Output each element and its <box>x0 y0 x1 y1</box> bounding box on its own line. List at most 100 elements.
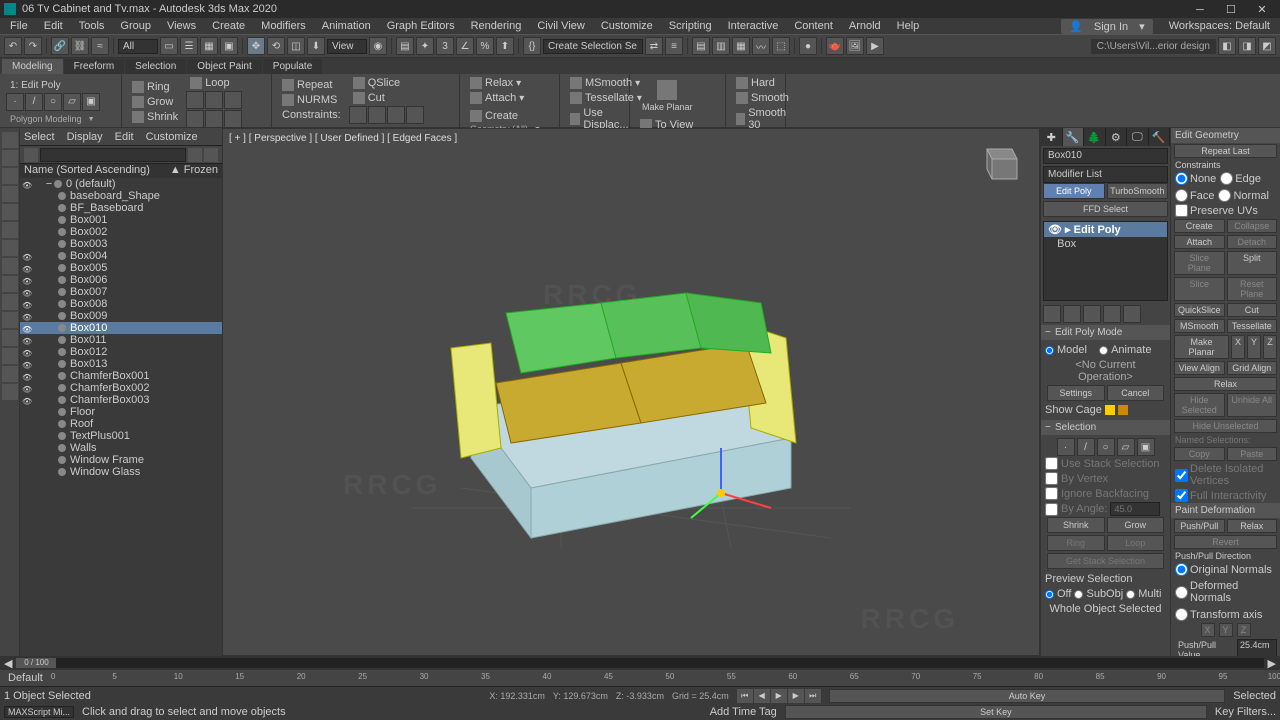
stack-box[interactable]: Box <box>1044 237 1167 251</box>
eg-cut-button[interactable]: Cut <box>1227 303 1278 317</box>
coord-x[interactable]: X: 192.331cm <box>489 691 545 701</box>
modifier-list-dropdown[interactable]: Modifier List <box>1043 166 1168 183</box>
cmd-hierarchy-tab[interactable]: 🌲 <box>1084 128 1106 146</box>
eg-makeplanar-button[interactable]: Make Planar <box>1174 335 1229 359</box>
select-name-button[interactable]: ☰ <box>180 37 198 55</box>
cancel-button[interactable]: Cancel <box>1107 385 1165 401</box>
leftbtn-11[interactable] <box>2 312 18 328</box>
modsel2-button[interactable] <box>205 91 223 109</box>
constraint-face-button[interactable] <box>387 106 405 124</box>
manipulate-button[interactable]: ✦ <box>416 37 434 55</box>
preserve-uvs-check[interactable] <box>1175 204 1188 217</box>
tree-item-Roof[interactable]: Roof <box>20 418 222 430</box>
stack-unique-button[interactable] <box>1083 305 1101 323</box>
rotate-button[interactable]: ⟲ <box>267 37 285 55</box>
eg-sliceplane-button[interactable]: Slice Plane <box>1174 251 1225 275</box>
pivot-button[interactable]: ◉ <box>369 37 387 55</box>
coord-y[interactable]: Y: 129.673cm <box>553 691 608 701</box>
menu-rendering[interactable]: Rendering <box>463 20 530 32</box>
eg-paste-button[interactable]: Paste <box>1227 447 1278 461</box>
menu-scripting[interactable]: Scripting <box>661 20 720 32</box>
repeat-button[interactable]: Repeat <box>278 78 345 92</box>
border-subobj-button[interactable]: ○ <box>44 93 62 111</box>
cut-button[interactable]: Cut <box>349 91 424 105</box>
delisovert-check[interactable] <box>1175 469 1188 482</box>
tree-item-ChamferBox003[interactable]: ChamferBox003 <box>20 394 222 406</box>
menu-arnold[interactable]: Arnold <box>841 20 889 32</box>
cage-color1[interactable] <box>1105 405 1115 415</box>
tree-item-Walls[interactable]: Walls <box>20 442 222 454</box>
eg-y-button[interactable]: Y <box>1247 335 1261 359</box>
selection-filter-dropdown[interactable]: All <box>118 39 158 54</box>
cage-color2[interactable] <box>1118 405 1128 415</box>
toggle-explorer-button[interactable]: ▤ <box>692 37 710 55</box>
prevsel-subobj[interactable] <box>1074 590 1083 599</box>
sel-grow-button[interactable]: Grow <box>1107 517 1165 533</box>
hard-button[interactable]: Hard <box>732 76 793 90</box>
edge-subobj-button[interactable]: / <box>25 93 43 111</box>
leftbtn-1[interactable] <box>2 132 18 148</box>
usestack-check[interactable] <box>1045 457 1058 470</box>
autokey-button[interactable]: Auto Key <box>829 689 1225 703</box>
leftbtn-8[interactable] <box>2 258 18 274</box>
menu-group[interactable]: Group <box>112 20 159 32</box>
schematic-button[interactable]: ⬚ <box>772 37 790 55</box>
menu-create[interactable]: Create <box>204 20 253 32</box>
selection-rollout[interactable]: Selection <box>1041 420 1170 435</box>
snap-toggle-button[interactable]: 3 <box>436 37 454 55</box>
stack-config-button[interactable] <box>1123 305 1141 323</box>
shrink-button[interactable]: Shrink <box>128 110 182 124</box>
poly-subobj-button[interactable]: ▱ <box>63 93 81 111</box>
select-button[interactable]: ▭ <box>160 37 178 55</box>
addtimetag-button[interactable]: Add Time Tag <box>710 706 777 718</box>
selection-lock-button[interactable]: ▤ <box>396 37 414 55</box>
tree-item-Box010[interactable]: Box010 <box>20 322 222 334</box>
bind-button[interactable]: ≈ <box>91 37 109 55</box>
maximize-button[interactable]: ☐ <box>1217 3 1245 16</box>
scale-button[interactable]: ◫ <box>287 37 305 55</box>
animate-radio[interactable] <box>1099 346 1108 355</box>
stack-editpoly[interactable]: 👁 ▸ Edit Poly <box>1044 222 1167 237</box>
coord-z[interactable]: Z: -3.933cm <box>616 691 664 701</box>
modifier-stack[interactable]: 👁 ▸ Edit Poly Box <box>1043 221 1168 301</box>
spinner-snap-button[interactable]: ⬆ <box>496 37 514 55</box>
sel-poly-button[interactable]: ▱ <box>1117 438 1135 456</box>
toggle-ribbon-button[interactable]: ▦ <box>732 37 750 55</box>
tree-item-TextPlus001[interactable]: TextPlus001 <box>20 430 222 442</box>
render-frame-button[interactable]: 🖼 <box>846 37 864 55</box>
close-button[interactable]: ✕ <box>1248 3 1276 16</box>
sel-shrink-button[interactable]: Shrink <box>1047 517 1105 533</box>
tree-item-Box012[interactable]: Box012 <box>20 346 222 358</box>
select-rect-button[interactable]: ▦ <box>200 37 218 55</box>
eg-tessellate-button[interactable]: Tessellate <box>1227 319 1278 333</box>
cons-normal[interactable] <box>1218 189 1231 202</box>
create-button[interactable]: Create <box>466 109 522 123</box>
object-name-field[interactable]: Box010 <box>1043 148 1168 164</box>
tree-item-Floor[interactable]: Floor <box>20 406 222 418</box>
next-frame-button[interactable]: ▶ <box>788 689 804 703</box>
sel-vertex-button[interactable]: · <box>1057 438 1075 456</box>
leftbtn-14[interactable] <box>2 366 18 382</box>
cmd-modify-tab[interactable]: 🔧 <box>1063 128 1085 146</box>
ring-button[interactable]: Ring <box>128 80 182 94</box>
sel-element-button[interactable]: ▣ <box>1137 438 1155 456</box>
material-editor-button[interactable]: ● <box>799 37 817 55</box>
tab-modeling[interactable]: Modeling <box>2 59 63 74</box>
prevsel-off[interactable] <box>1045 590 1054 599</box>
sel-ring-button[interactable]: Ring <box>1047 535 1105 551</box>
relax2-button[interactable]: Relax <box>1227 519 1278 533</box>
axis-z-button[interactable]: Z <box>1237 623 1251 637</box>
menu-customize[interactable]: Customize <box>593 20 661 32</box>
leftbtn-6[interactable] <box>2 222 18 238</box>
link-button[interactable]: 🔗 <box>51 37 69 55</box>
leftbtn-5[interactable] <box>2 204 18 220</box>
axis-y-button[interactable]: Y <box>1219 623 1233 637</box>
eg-gridalign-button[interactable]: Grid Align <box>1227 361 1278 375</box>
cmd-motion-tab[interactable]: ⚙ <box>1106 128 1128 146</box>
defnorm-radio[interactable] <box>1175 586 1188 599</box>
leftbtn-9[interactable] <box>2 276 18 292</box>
scene-display[interactable]: Display <box>67 131 103 143</box>
scene-search-input[interactable] <box>40 148 186 162</box>
paintdef-rollout[interactable]: Paint Deformation <box>1171 503 1280 518</box>
render-button[interactable]: ▶ <box>866 37 884 55</box>
